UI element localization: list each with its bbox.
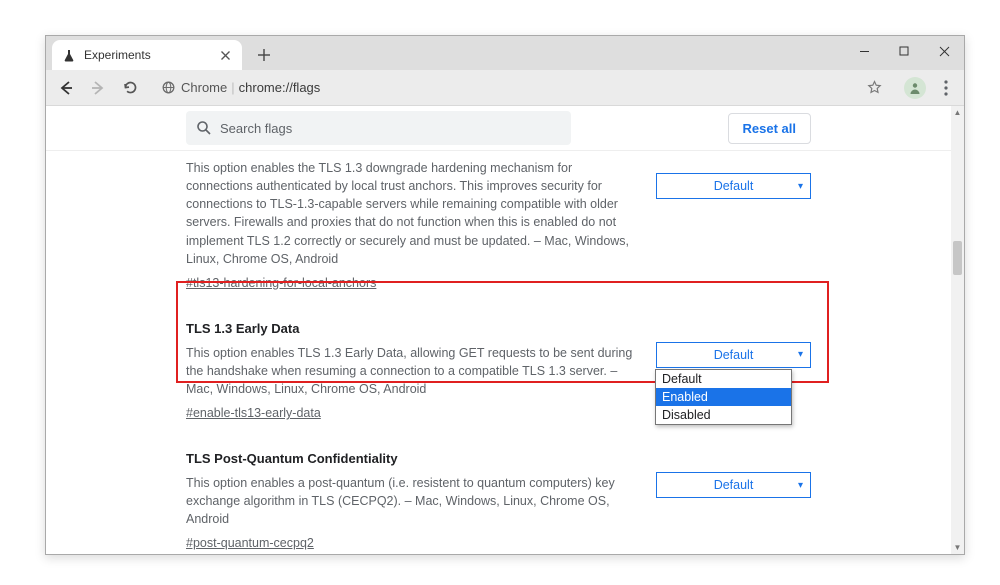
window-minimize-button[interactable]	[844, 36, 884, 66]
close-icon	[939, 46, 950, 57]
option-enabled[interactable]: Enabled	[656, 388, 791, 406]
omnibox-separator: |	[231, 80, 234, 95]
option-disabled[interactable]: Disabled	[656, 406, 791, 424]
scroll-down-arrow[interactable]: ▼	[951, 541, 964, 554]
avatar-icon	[908, 81, 922, 95]
plus-icon	[257, 48, 271, 62]
flag-select[interactable]: Default ▾	[656, 173, 811, 199]
chevron-down-icon: ▾	[798, 181, 803, 192]
maximize-icon	[899, 46, 909, 56]
browser-tab[interactable]: Experiments	[52, 40, 242, 70]
flag-post-quantum-cecpq2: TLS Post-Quantum Confidentiality This op…	[186, 436, 811, 554]
flag-title: TLS Post-Quantum Confidentiality	[186, 450, 638, 469]
flag-anchor-link[interactable]: #post-quantum-cecpq2	[186, 534, 314, 552]
search-icon	[196, 120, 212, 136]
browser-window: Experiments Chrome | chrome://flags	[45, 35, 965, 555]
content-frame: ▲ ▼ Search flags Reset all This option e	[46, 106, 964, 554]
flags-list: This option enables the TLS 1.3 downgrad…	[46, 151, 951, 554]
vertical-scrollbar[interactable]: ▲ ▼	[951, 106, 964, 554]
more-vert-icon	[944, 80, 948, 96]
flag-select-value: Default	[714, 478, 754, 492]
flag-title: TLS 1.3 Early Data	[186, 320, 638, 339]
chrome-menu-button[interactable]	[934, 80, 958, 96]
search-placeholder: Search flags	[220, 121, 292, 136]
flag-select-options: Default Enabled Disabled	[655, 369, 792, 425]
flag-tls13-hardening: This option enables the TLS 1.3 downgrad…	[186, 159, 811, 306]
new-tab-button[interactable]	[252, 43, 276, 67]
flag-description: This option enables a post-quantum (i.e.…	[186, 474, 638, 528]
option-default[interactable]: Default	[656, 370, 791, 388]
chevron-down-icon: ▾	[798, 480, 803, 491]
reload-icon	[122, 79, 139, 96]
window-close-button[interactable]	[924, 36, 964, 66]
omnibox-path: chrome://flags	[239, 80, 321, 95]
scroll-up-arrow[interactable]: ▲	[951, 106, 964, 119]
flag-description: This option enables TLS 1.3 Early Data, …	[186, 344, 638, 398]
window-maximize-button[interactable]	[884, 36, 924, 66]
flags-page: Search flags Reset all This option enabl…	[46, 106, 951, 554]
scrollbar-thumb[interactable]	[953, 241, 962, 275]
back-arrow-icon	[57, 79, 75, 97]
flags-header: Search flags Reset all	[46, 106, 951, 151]
browser-toolbar: Chrome | chrome://flags	[46, 70, 964, 106]
flag-anchor-link[interactable]: #tls13-hardening-for-local-anchors	[186, 274, 376, 292]
flag-enable-tls13-early-data: TLS 1.3 Early Data This option enables T…	[186, 306, 811, 436]
tab-title: Experiments	[84, 48, 219, 62]
tab-strip: Experiments	[46, 36, 964, 70]
reload-button[interactable]	[116, 74, 144, 102]
flag-select[interactable]: Default ▾ Default Enabled Disabled	[656, 342, 811, 368]
window-controls	[844, 36, 964, 66]
back-button[interactable]	[52, 74, 80, 102]
flag-select-value: Default	[714, 348, 754, 362]
tab-close-button[interactable]	[219, 51, 232, 60]
close-icon	[221, 51, 230, 60]
flask-icon	[62, 49, 76, 62]
star-icon	[867, 80, 882, 95]
site-info-icon[interactable]	[162, 81, 175, 94]
bookmark-button[interactable]	[867, 80, 882, 95]
flag-anchor-link[interactable]: #enable-tls13-early-data	[186, 404, 321, 422]
address-bar[interactable]: Chrome | chrome://flags	[154, 75, 890, 101]
omnibox-origin: Chrome	[181, 80, 227, 95]
forward-arrow-icon	[89, 79, 107, 97]
flag-select[interactable]: Default ▾	[656, 472, 811, 498]
minimize-icon	[859, 46, 870, 57]
search-flags-input[interactable]: Search flags	[186, 111, 571, 145]
flag-description: This option enables the TLS 1.3 downgrad…	[186, 159, 638, 268]
forward-button[interactable]	[84, 74, 112, 102]
reset-all-button[interactable]: Reset all	[728, 113, 811, 144]
flag-select-value: Default	[714, 179, 754, 193]
chevron-down-icon: ▾	[798, 349, 803, 360]
profile-avatar[interactable]	[904, 77, 926, 99]
